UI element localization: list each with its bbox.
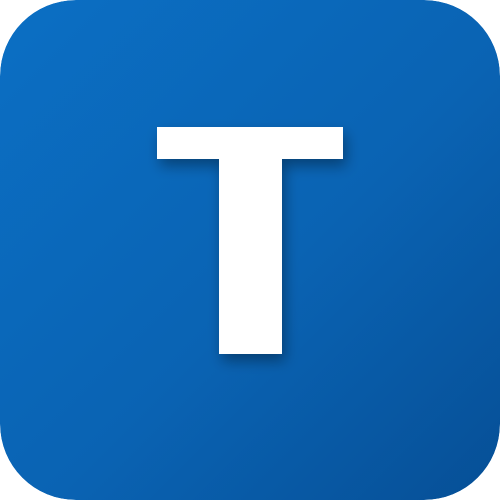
letter-t-stem — [219, 127, 282, 354]
app-icon-graphic — [0, 0, 500, 500]
app-icon[interactable] — [0, 0, 500, 500]
